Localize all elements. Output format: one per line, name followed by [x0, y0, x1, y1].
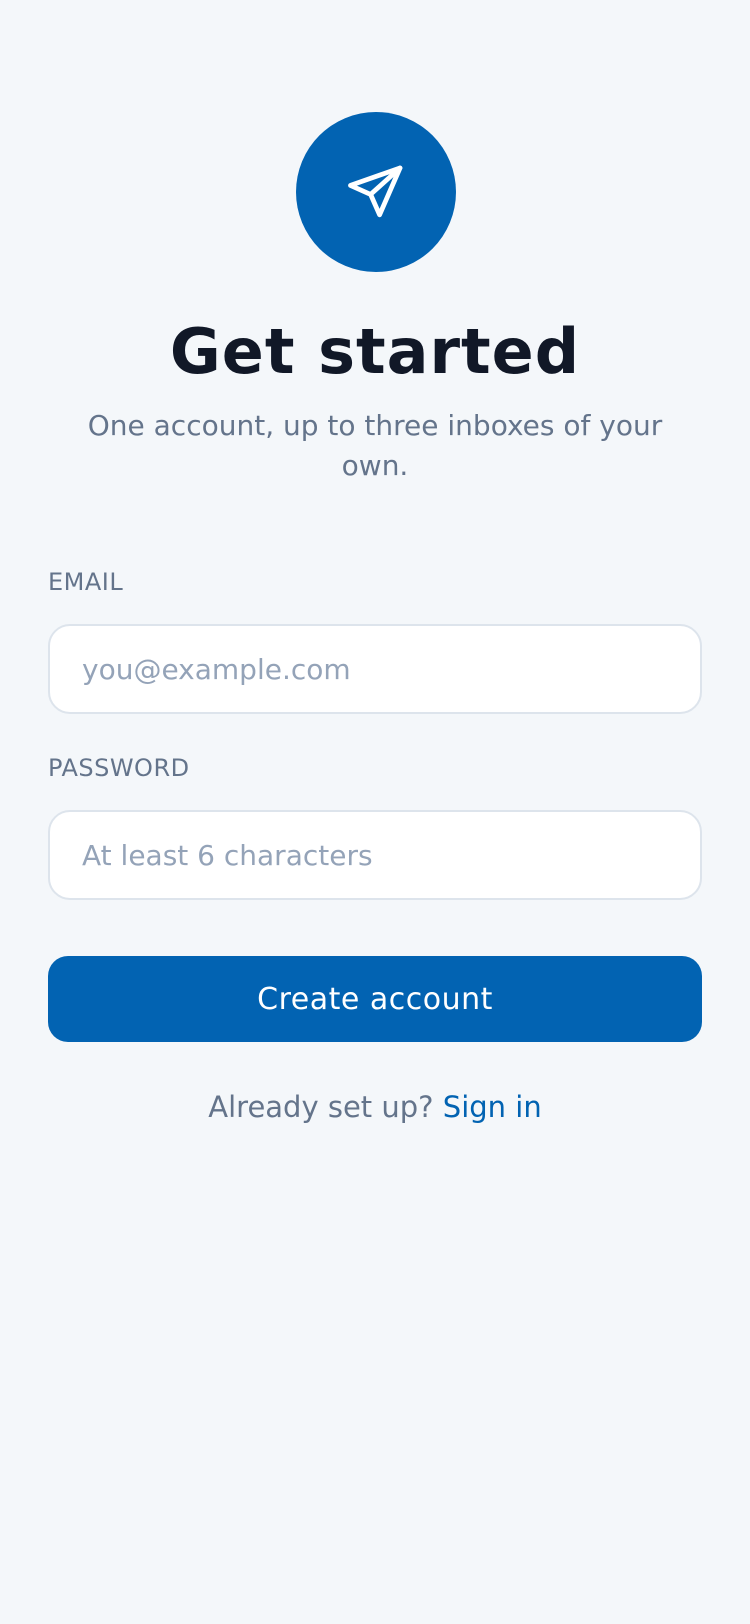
create-account-button[interactable]: Create account: [48, 956, 702, 1042]
password-label: PASSWORD: [48, 754, 190, 782]
signup-screen: Get started One account, up to three inb…: [0, 0, 750, 1624]
signin-prompt: Already set up? Sign in: [0, 1090, 750, 1124]
paper-plane-icon: [348, 165, 403, 218]
email-label: EMAIL: [48, 568, 124, 596]
email-field[interactable]: [48, 624, 702, 714]
signin-prompt-text: Already set up?: [208, 1090, 434, 1124]
sign-in-link[interactable]: Sign in: [443, 1090, 542, 1124]
password-field[interactable]: [48, 810, 702, 900]
page-subtitle: One account, up to three inboxes of your…: [87, 409, 663, 482]
page-title: Get started: [169, 315, 581, 388]
app-logo: [296, 112, 456, 272]
